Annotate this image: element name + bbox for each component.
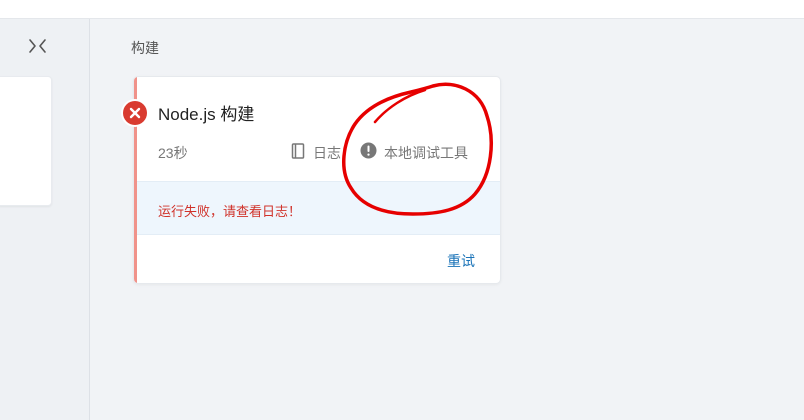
build-card[interactable]: Node.js 构建 23秒 日志 本地调试工具 运行失败，请查看日志！ 重试 <box>133 76 501 284</box>
build-duration: 23秒 <box>158 145 188 161</box>
log-link-label: 日志 <box>313 145 341 161</box>
debug-tool-label: 本地调试工具 <box>384 145 468 161</box>
collapse-arrows-icon[interactable] <box>27 36 49 56</box>
error-x-icon <box>123 101 147 125</box>
section-title: 构建 <box>131 40 159 56</box>
info-circle-icon <box>360 142 377 159</box>
left-stage-card[interactable] <box>0 76 52 206</box>
top-bar <box>0 0 804 19</box>
error-message: 运行失败，请查看日志！ <box>158 204 302 219</box>
error-band: 运行失败，请查看日志！ <box>137 181 500 235</box>
retry-button[interactable]: 重试 <box>447 251 475 271</box>
card-title: Node.js 构建 <box>158 105 255 124</box>
book-icon <box>291 143 305 159</box>
